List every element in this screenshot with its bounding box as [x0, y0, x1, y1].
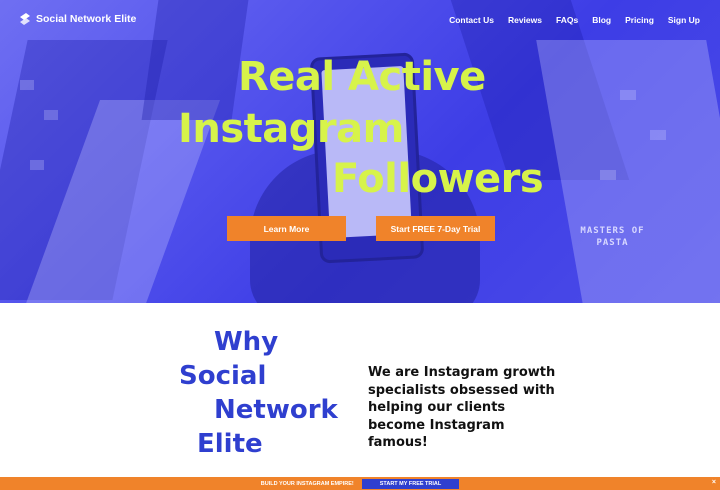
nav-sign-up[interactable]: Sign Up: [668, 15, 700, 25]
nav-blog[interactable]: Blog: [592, 15, 611, 25]
window-shape: [650, 130, 666, 140]
window-shape: [44, 110, 58, 120]
neon-sign: MASTERS OF PASTA: [580, 226, 645, 248]
nav-contact-us[interactable]: Contact Us: [449, 15, 494, 25]
nav-faqs[interactable]: FAQs: [556, 15, 578, 25]
logo-icon: [20, 13, 30, 25]
headline-line-3: Followers: [332, 156, 544, 202]
nav-reviews[interactable]: Reviews: [508, 15, 542, 25]
why-title-line-4: Elite: [197, 429, 263, 459]
why-title-line-3: Network: [214, 395, 338, 425]
window-shape: [600, 170, 616, 180]
close-icon[interactable]: ×: [712, 479, 716, 486]
headline-line-2: Instagram: [178, 106, 404, 152]
nav-pricing[interactable]: Pricing: [625, 15, 654, 25]
promo-bar: BUILD YOUR INSTAGRAM EMPIRE! START MY FR…: [0, 477, 720, 490]
window-shape: [20, 80, 34, 90]
start-trial-button[interactable]: Start FREE 7-Day Trial: [376, 216, 495, 241]
building-shape: [141, 0, 249, 120]
top-nav: Contact Us Reviews FAQs Blog Pricing Sig…: [435, 15, 700, 25]
learn-more-button[interactable]: Learn More: [227, 216, 346, 241]
hero-section: MASTERS OF PASTA Social Network Elite Co…: [0, 0, 720, 303]
headline-line-1: Real Active: [238, 54, 486, 100]
window-shape: [30, 160, 44, 170]
brand-logo[interactable]: Social Network Elite: [18, 12, 136, 26]
brand-name: Social Network Elite: [36, 13, 137, 25]
why-description: We are Instagram growth specialists obse…: [368, 365, 556, 450]
why-title-line-2: Social: [179, 361, 267, 391]
promo-text: BUILD YOUR INSTAGRAM EMPIRE!: [260, 480, 354, 487]
why-title-line-1: Why: [214, 327, 279, 357]
window-shape: [620, 90, 636, 100]
promo-cta-button[interactable]: START MY FREE TRIAL: [361, 478, 460, 489]
